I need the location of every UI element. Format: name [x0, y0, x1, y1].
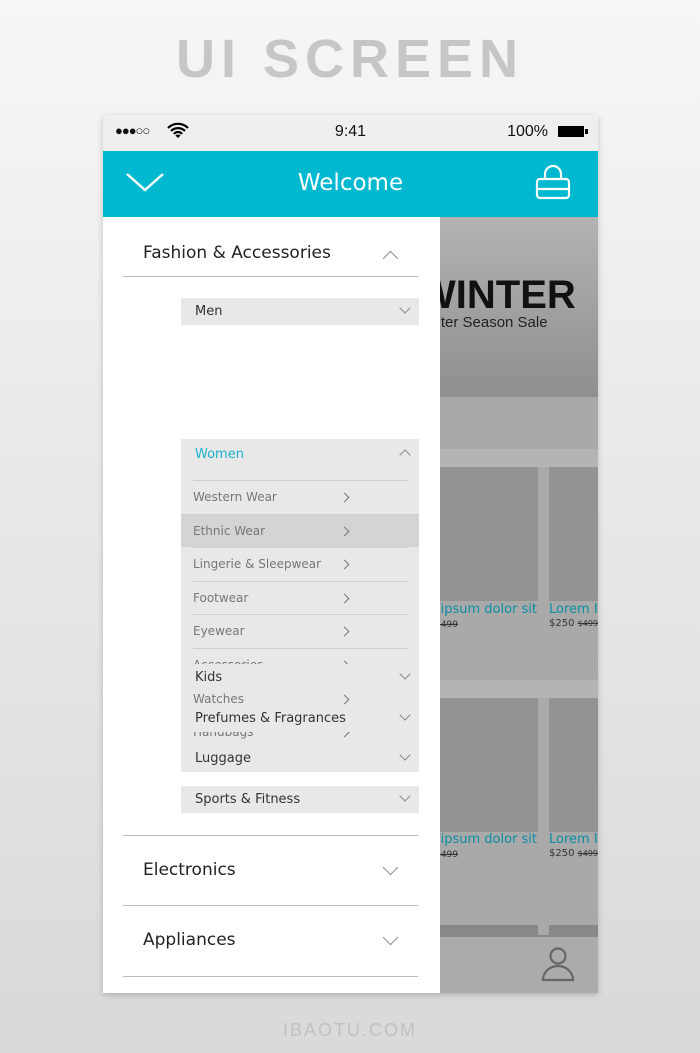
subcategory-luggage[interactable]: Luggage [181, 745, 419, 772]
chevron-down-icon [399, 709, 411, 721]
subitem-label: Lingerie & Sleepwear [193, 557, 322, 572]
chevron-up-icon [382, 250, 399, 267]
winter-banner[interactable]: WINTER Winter Season Sale [440, 217, 598, 397]
subcategory-perfumes[interactable]: Prefumes & Fragrances [181, 705, 419, 732]
women-subitem[interactable]: Lingerie & Sleepwear [193, 547, 408, 581]
product-card[interactable] [549, 698, 598, 832]
chevron-right-icon [339, 526, 350, 537]
category-label: Fashion & Accessories [143, 243, 331, 263]
category-appliances[interactable]: Appliances [123, 906, 418, 977]
chevron-down-icon [399, 790, 411, 802]
shopping-bag-icon[interactable] [534, 164, 572, 202]
product-price: $250 $499 [549, 848, 598, 859]
subitem-label: Ethnic Wear [193, 523, 266, 538]
category-electronics[interactable]: Electronics [123, 836, 418, 906]
phone-screen: ●●●○○ 9:41 100% Welcome WINTER Winter Se… [103, 115, 598, 993]
category-drawer: Fashion & Accessories Men Women Western … [103, 217, 440, 993]
women-subitem[interactable]: Eyewear [193, 614, 408, 648]
chevron-right-icon [339, 626, 350, 637]
subcategory-men[interactable]: Men [181, 298, 419, 325]
banner-subtitle: Winter Season Sale [440, 314, 548, 331]
chevron-down-icon [399, 668, 411, 680]
product-price: $250 $499 [549, 618, 598, 629]
women-subitem[interactable]: Footwear [193, 580, 408, 615]
page-title: UI SCREEN [175, 29, 525, 89]
chevron-right-icon [339, 559, 350, 570]
status-bar: ●●●○○ 9:41 100% [103, 115, 598, 151]
product-card[interactable] [549, 467, 598, 601]
chevron-down-icon [382, 929, 399, 946]
footer-watermark: IBAOTU.COM [282, 1020, 417, 1040]
subcategory-sports[interactable]: Sports & Fitness [181, 786, 419, 813]
subcategory-kids[interactable]: Kids [181, 664, 419, 691]
chevron-right-icon [339, 492, 350, 503]
product-name: Lorem Ipsum [549, 602, 598, 617]
header-title: Welcome [297, 170, 404, 196]
subitem-label: Eyewear [193, 624, 245, 639]
product-card[interactable] [440, 467, 538, 601]
chevron-down-icon [399, 749, 411, 761]
product-card[interactable] [440, 698, 538, 832]
user-profile-icon[interactable] [540, 945, 576, 983]
subitem-label: Footwear [193, 590, 249, 605]
battery-icon [558, 126, 588, 137]
banner-title: WINTER [440, 273, 576, 317]
chevron-right-icon [339, 593, 350, 604]
chevron-right-icon [339, 694, 350, 705]
chevron-up-icon [399, 449, 411, 461]
chevron-down-icon [382, 859, 399, 876]
category-fashion-accessories[interactable]: Fashion & Accessories [123, 217, 418, 277]
bottom-tab-bar [440, 935, 598, 993]
chevron-down-icon [399, 302, 411, 314]
subitem-label: Western Wear [193, 490, 277, 504]
women-subitem[interactable]: Ethnic Wear [181, 513, 419, 548]
battery-percent: 100% [507, 123, 548, 140]
subitem-label: Watches [193, 691, 244, 706]
women-subitem[interactable]: Western Wear [193, 480, 408, 514]
app-header: Welcome [103, 151, 598, 217]
product-name: Lorem Ipsum [549, 832, 598, 847]
subcategory-women[interactable]: Women [181, 439, 419, 480]
home-content-behind-drawer: WINTER Winter Season Sale Lorem ipsum do… [396, 217, 598, 993]
